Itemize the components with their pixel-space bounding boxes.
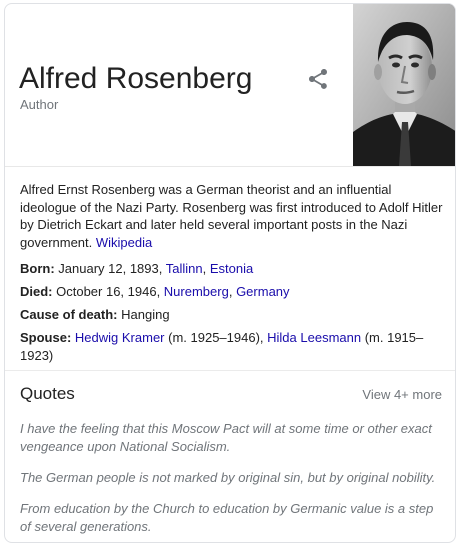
entity-subtitle: Author <box>20 97 59 112</box>
hilda-leesmann-link[interactable]: Hilda Leesmann <box>267 330 361 345</box>
fact-spouse: Spouse: Hedwig Kramer (m. 1925–1946), Hi… <box>20 329 445 364</box>
germany-link[interactable]: Germany <box>236 284 289 299</box>
share-button[interactable] <box>306 67 330 91</box>
tallinn-link[interactable]: Tallinn <box>166 261 203 276</box>
fact-born: Born: January 12, 1893, Tallinn, Estonia <box>20 260 445 278</box>
quote-item: I have the feeling that this Moscow Pact… <box>20 421 432 454</box>
page-title: Alfred Rosenberg <box>19 62 253 95</box>
fact-value: January 12, 1893, <box>54 261 166 276</box>
fact-value: October 16, 1946, <box>52 284 164 299</box>
quotes-divider <box>5 370 455 371</box>
fact-value: (m. 1925–1946), <box>164 330 268 345</box>
separator: , <box>228 284 237 299</box>
fact-label: Born: <box>20 261 55 276</box>
quote-item: From education by the Church to educatio… <box>20 501 434 534</box>
fact-label: Died: <box>20 284 53 299</box>
estonia-link[interactable]: Estonia <box>210 261 253 276</box>
description-text: Alfred Ernst Rosenberg was a German theo… <box>20 182 443 250</box>
quotes-heading: Quotes <box>20 384 75 403</box>
knowledge-panel: Alfred Rosenberg Author Alfred Ernst Ros… <box>4 3 456 543</box>
view-more-quotes-link[interactable]: View 4+ more <box>362 387 442 402</box>
fact-value: Hanging <box>117 307 170 322</box>
portrait-image[interactable] <box>353 4 455 166</box>
fact-died: Died: October 16, 1946, Nuremberg, Germa… <box>20 283 445 301</box>
separator: , <box>202 261 210 276</box>
share-icon <box>309 69 327 89</box>
hedwig-kramer-link[interactable]: Hedwig Kramer <box>75 330 165 345</box>
nuremberg-link[interactable]: Nuremberg <box>164 284 229 299</box>
fact-label: Cause of death: <box>20 307 118 322</box>
fact-label: Spouse: <box>20 330 72 345</box>
panel-header: Alfred Rosenberg Author <box>5 4 455 166</box>
entity-description: Alfred Ernst Rosenberg was a German theo… <box>20 181 445 251</box>
quote-item: The German people is not marked by origi… <box>20 470 436 485</box>
wikipedia-link[interactable]: Wikipedia <box>96 235 152 250</box>
header-divider <box>5 166 455 167</box>
fact-cause-of-death: Cause of death: Hanging <box>20 306 445 324</box>
